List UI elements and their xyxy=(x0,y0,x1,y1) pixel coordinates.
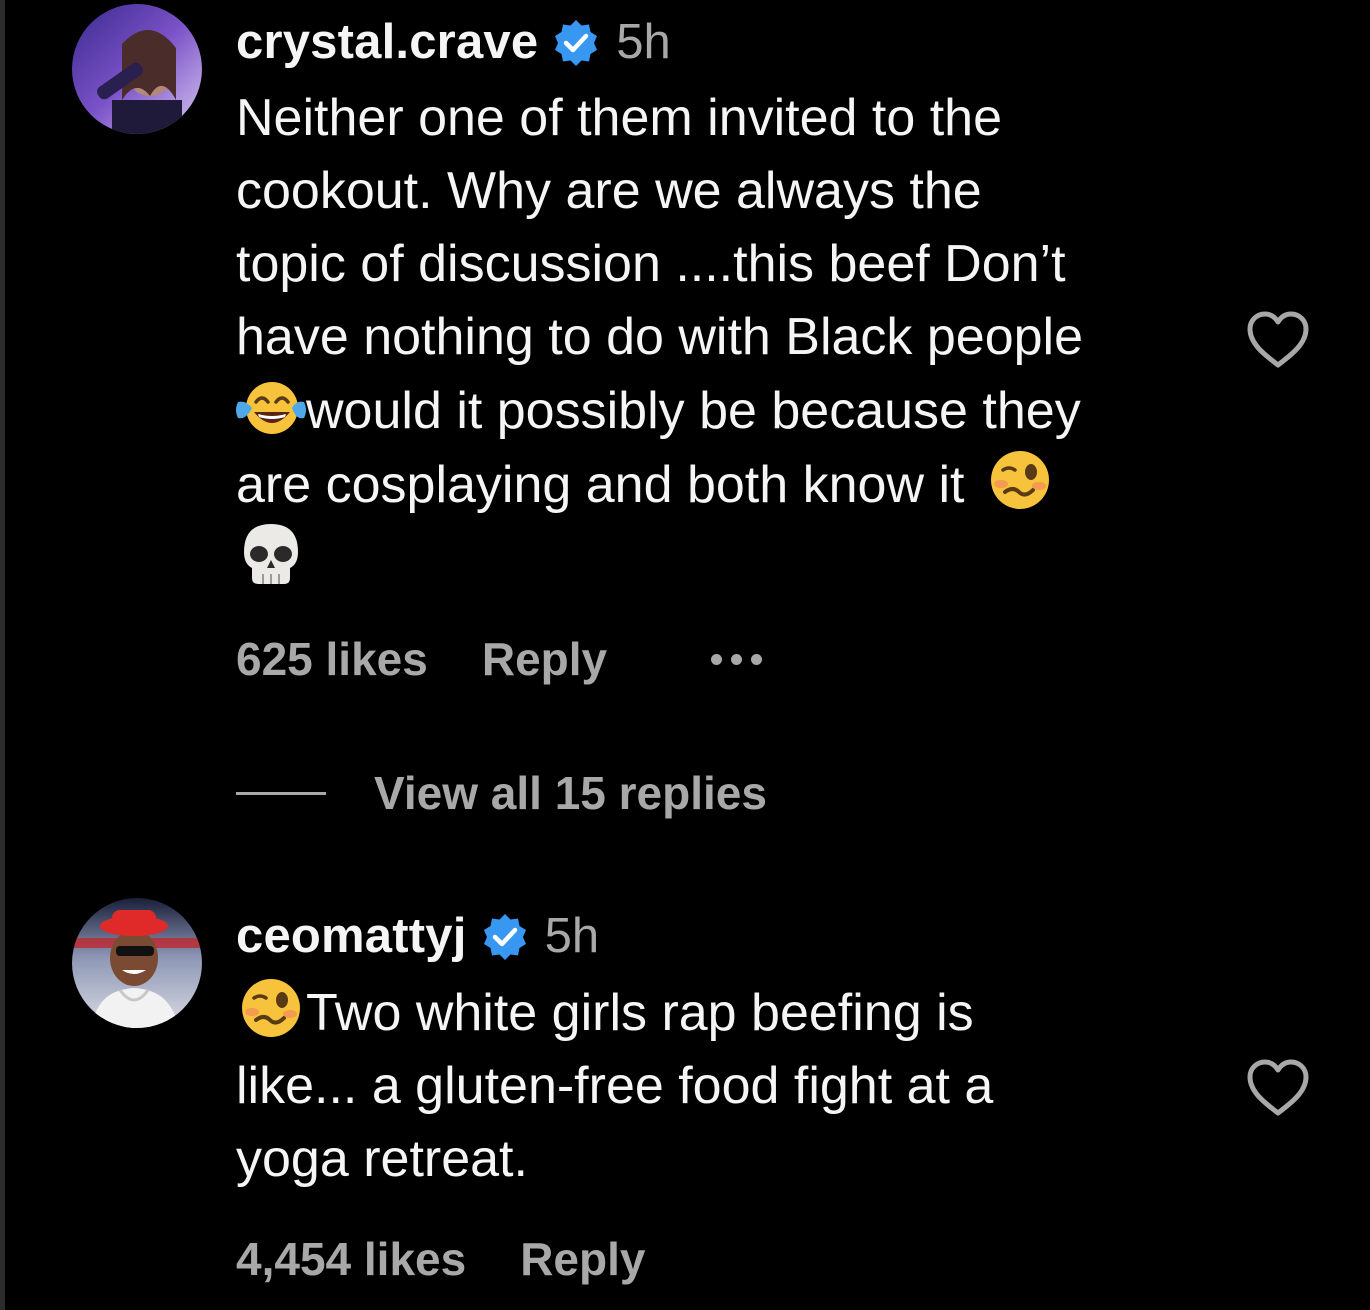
comment-line: have nothing to do with Black people xyxy=(236,308,1084,366)
likes-count[interactable]: 625 likes xyxy=(236,632,428,686)
comment-line: Two white girls rap beefing is xyxy=(306,984,974,1042)
reply-button[interactable]: Reply xyxy=(520,1232,645,1286)
skull-icon xyxy=(236,522,306,586)
comment-line-with-emoji: would it possibly be because they xyxy=(236,374,1226,448)
verified-badge-icon xyxy=(481,912,529,960)
comment-line: topic of discussion ....this beef Don’t xyxy=(236,235,1066,293)
username-link[interactable]: ceomattyj xyxy=(236,908,467,964)
more-options-icon[interactable] xyxy=(711,653,763,665)
verified-badge-icon xyxy=(552,18,600,66)
view-replies-label[interactable]: View all 15 replies xyxy=(374,766,767,820)
comment-line: cookout. Why are we always the xyxy=(236,162,982,220)
window-edge xyxy=(0,0,5,1310)
comment-line: would it possibly be because they xyxy=(306,382,1081,440)
avatar[interactable] xyxy=(72,898,202,1028)
comment-line: are cosplaying and both know it xyxy=(236,456,965,514)
avatar[interactable] xyxy=(72,4,202,134)
comment-text: Two white girls rap beefing is like... a… xyxy=(236,976,1226,1196)
comment-line-with-emoji xyxy=(236,522,1226,596)
likes-count[interactable]: 4,454 likes xyxy=(236,1232,466,1286)
replies-divider xyxy=(236,791,326,795)
comment-line: like... a gluten-free food fight at a xyxy=(236,1057,994,1115)
comment-timestamp: 5h xyxy=(544,909,600,963)
comment-line: Neither one of them invited to the xyxy=(236,89,1003,147)
heart-outline-icon[interactable] xyxy=(1245,310,1311,370)
face-with-tears-of-joy-icon xyxy=(236,374,306,438)
comment-line-with-emoji: are cosplaying and both know it xyxy=(236,448,1226,522)
comment-header: crystal.crave 5h xyxy=(236,2,1226,82)
comment-line-with-emoji: Two white girls rap beefing is xyxy=(236,976,1226,1050)
comment-actions: 4,454 likes Reply xyxy=(236,1232,645,1286)
username-link[interactable]: crystal.crave xyxy=(236,14,538,70)
comment-actions: 625 likes Reply xyxy=(236,632,763,686)
comment-text: Neither one of them invited to the cooko… xyxy=(236,82,1226,596)
comment-line: yoga retreat. xyxy=(236,1130,528,1188)
heart-outline-icon[interactable] xyxy=(1245,1058,1311,1118)
comment-timestamp: 5h xyxy=(616,15,671,69)
reply-button[interactable]: Reply xyxy=(482,632,607,686)
woozy-face-icon xyxy=(985,448,1055,512)
view-replies-button[interactable]: View all 15 replies xyxy=(236,766,767,820)
woozy-face-icon xyxy=(236,976,306,1040)
comment-header: ceomattyj 5h xyxy=(236,896,1226,976)
